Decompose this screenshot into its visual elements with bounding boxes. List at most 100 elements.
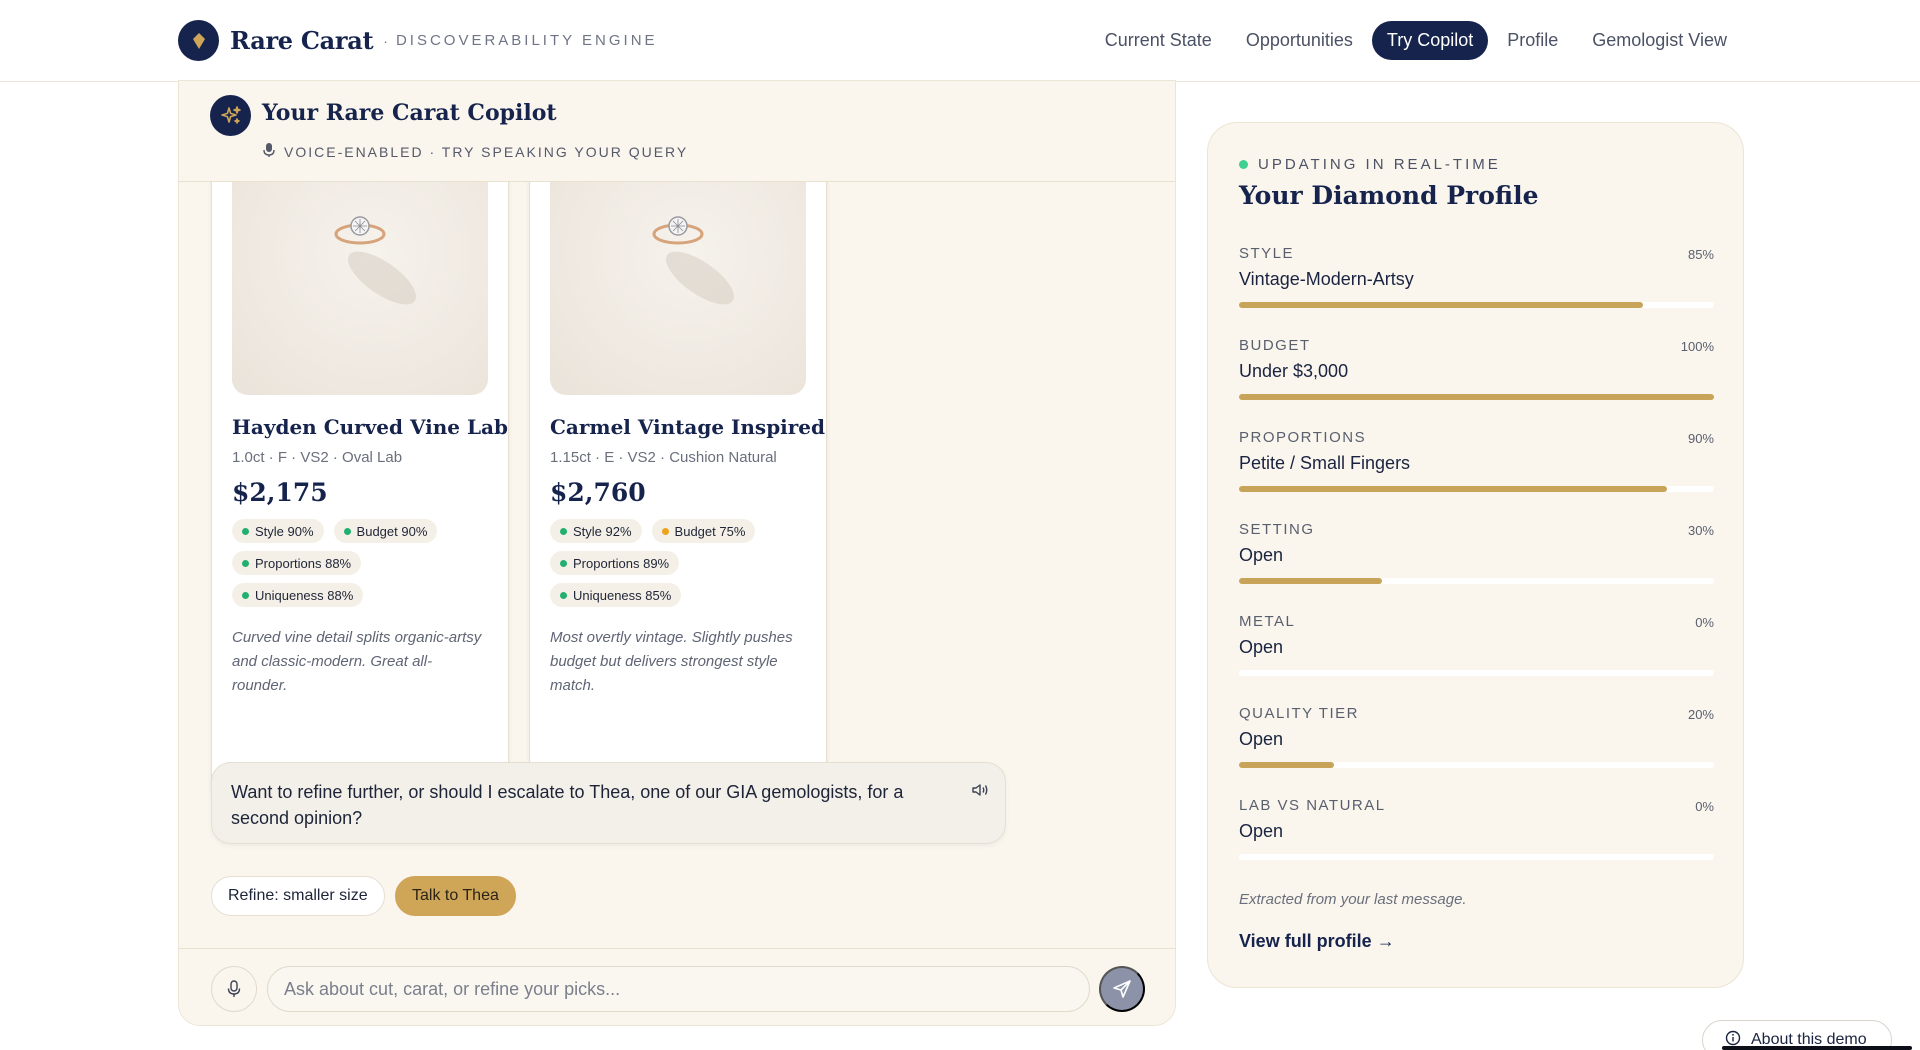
- status-dot: [560, 527, 567, 535]
- progress-track: [1239, 302, 1714, 308]
- scroll-indicator: [1722, 1046, 1912, 1050]
- ring-price: $2,760: [550, 478, 646, 507]
- nav-current-state[interactable]: Current State: [1090, 21, 1227, 60]
- top-navigation: Rare Carat · DISCOVERABILITY ENGINE Curr…: [0, 0, 1920, 82]
- realtime-status-label: UPDATING IN REAL-TIME: [1258, 156, 1501, 173]
- main-nav: Current State Opportunities Try Copilot …: [1090, 21, 1742, 60]
- progress-fill: [1239, 486, 1667, 492]
- attribute-percent: 0%: [1695, 799, 1714, 814]
- profile-attribute-budget: BUDGET 100% Under $3,000: [1239, 337, 1714, 407]
- nav-try-copilot[interactable]: Try Copilot: [1371, 21, 1489, 60]
- attribute-label: LAB VS NATURAL: [1239, 797, 1386, 814]
- extracted-note: Extracted from your last message.: [1239, 891, 1467, 908]
- progress-fill: [1239, 578, 1382, 584]
- brand-separator: ·: [383, 32, 388, 49]
- status-dot: [242, 559, 249, 567]
- nav-profile[interactable]: Profile: [1492, 21, 1573, 60]
- status-dot: [343, 527, 351, 535]
- attribute-percent: 85%: [1687, 247, 1714, 262]
- attribute-label: BUDGET: [1239, 337, 1311, 354]
- chat-title: Your Rare Carat Copilot: [262, 100, 557, 126]
- chat-header: Your Rare Carat Copilot VOICE-ENABLED · …: [179, 81, 1175, 182]
- attribute-percent: 30%: [1687, 523, 1714, 538]
- ring-name: Hayden Curved Vine Lab: [232, 415, 508, 439]
- ring-note: Curved vine detail splits organic-artsy …: [232, 629, 482, 694]
- view-full-profile-link[interactable]: View full profile →: [1239, 931, 1395, 952]
- progress-fill: [1239, 394, 1714, 400]
- status-dot: [661, 527, 669, 535]
- attribute-percent: 20%: [1687, 707, 1714, 722]
- progress-track: [1239, 486, 1714, 492]
- attribute-value: Vintage-Modern-Artsy: [1239, 269, 1414, 289]
- ring-card[interactable]: Hayden Curved Vine Lab 1.0ct · F · VS2 ·…: [211, 137, 509, 804]
- match-chips: Style 90% Budget 90% Proportions 88% Uni…: [232, 519, 472, 607]
- talk-to-thea-button[interactable]: Talk to Thea: [395, 876, 516, 916]
- match-chips: Style 92% Budget 75% Proportions 89% Uni…: [550, 519, 790, 607]
- match-chip: Proportions 88%: [232, 551, 362, 575]
- chip-label: Proportions 89%: [573, 555, 670, 571]
- send-button[interactable]: [1099, 966, 1145, 1012]
- attribute-percent: 0%: [1695, 615, 1714, 630]
- attribute-label: PROPORTIONS: [1239, 429, 1367, 446]
- live-dot: [1239, 160, 1248, 169]
- profile-attribute-setting: SETTING 30% Open: [1239, 521, 1714, 591]
- chip-label: Budget 75%: [674, 523, 746, 539]
- chip-label: Style 90%: [255, 523, 314, 539]
- profile-attribute-lab-vs-natural: LAB VS NATURAL 0% Open: [1239, 797, 1714, 867]
- ring-spec: 1.0ct · F · VS2 · Oval Lab: [232, 449, 403, 466]
- attribute-value: Open: [1239, 729, 1284, 749]
- progress-track: [1239, 670, 1714, 676]
- profile-title: Your Diamond Profile: [1239, 181, 1539, 210]
- attribute-label: SETTING: [1239, 521, 1315, 538]
- nav-opportunities[interactable]: Opportunities: [1231, 21, 1368, 60]
- diamond-profile-panel: UPDATING IN REAL-TIME Your Diamond Profi…: [1207, 122, 1744, 988]
- attribute-percent: 90%: [1687, 431, 1714, 446]
- chip-label: Style 92%: [573, 523, 632, 539]
- ring-card[interactable]: Carmel Vintage Inspired 1.15ct · E · VS2…: [529, 137, 827, 804]
- chat-input[interactable]: [267, 966, 1090, 1012]
- status-dot: [242, 591, 249, 599]
- chip-label: Uniqueness 85%: [573, 587, 672, 603]
- chip-label: Budget 90%: [356, 523, 428, 539]
- profile-attribute-quality-tier: QUALITY TIER 20% Open: [1239, 705, 1714, 775]
- brand-name: Rare Carat: [230, 26, 374, 55]
- sparkles-icon: [210, 95, 251, 136]
- progress-fill: [1239, 302, 1643, 308]
- refine-smaller-size-button[interactable]: Refine: smaller size: [211, 876, 385, 916]
- profile-attribute-proportions: PROPORTIONS 90% Petite / Small Fingers: [1239, 429, 1714, 499]
- diamond-icon: [178, 20, 219, 61]
- attribute-label: STYLE: [1239, 245, 1295, 262]
- progress-track: [1239, 578, 1714, 584]
- ring-spec: 1.15ct · E · VS2 · Cushion Natural: [550, 449, 777, 466]
- chat-subtitle-row: VOICE-ENABLED · TRY SPEAKING YOUR QUERY: [262, 142, 688, 161]
- progress-track: [1239, 394, 1714, 400]
- ring-note: Most overtly vintage. Slightly pushes bu…: [550, 629, 793, 694]
- status-dot: [560, 559, 567, 567]
- attribute-label: QUALITY TIER: [1239, 705, 1359, 722]
- microphone-icon: [262, 142, 276, 161]
- match-chip: Uniqueness 88%: [232, 583, 364, 607]
- brand[interactable]: Rare Carat · DISCOVERABILITY ENGINE: [178, 20, 658, 61]
- status-dot: [560, 591, 567, 599]
- profile-attribute-metal: METAL 0% Open: [1239, 613, 1714, 683]
- ring-name: Carmel Vintage Inspired: [550, 415, 826, 439]
- profile-attribute-style: STYLE 85% Vintage-Modern-Artsy: [1239, 245, 1714, 315]
- ring-price: $2,175: [232, 478, 328, 507]
- microphone-icon: [227, 980, 241, 997]
- attribute-value: Open: [1239, 545, 1284, 565]
- progress-track: [1239, 854, 1714, 860]
- speaker-icon[interactable]: [971, 779, 989, 805]
- attribute-value: Under $3,000: [1239, 361, 1349, 381]
- microphone-button[interactable]: [211, 966, 257, 1012]
- match-chip: Style 90%: [232, 519, 324, 543]
- attribute-percent: 100%: [1680, 339, 1714, 354]
- nav-gemologist-view[interactable]: Gemologist View: [1577, 21, 1742, 60]
- attribute-label: METAL: [1239, 613, 1296, 630]
- send-icon: [1113, 980, 1131, 998]
- status-dot: [242, 527, 249, 535]
- chip-label: Proportions 88%: [255, 555, 352, 571]
- match-chip: Style 92%: [550, 519, 642, 543]
- brand-subtitle: DISCOVERABILITY ENGINE: [395, 32, 658, 49]
- progress-fill: [1239, 762, 1334, 768]
- progress-track: [1239, 762, 1714, 768]
